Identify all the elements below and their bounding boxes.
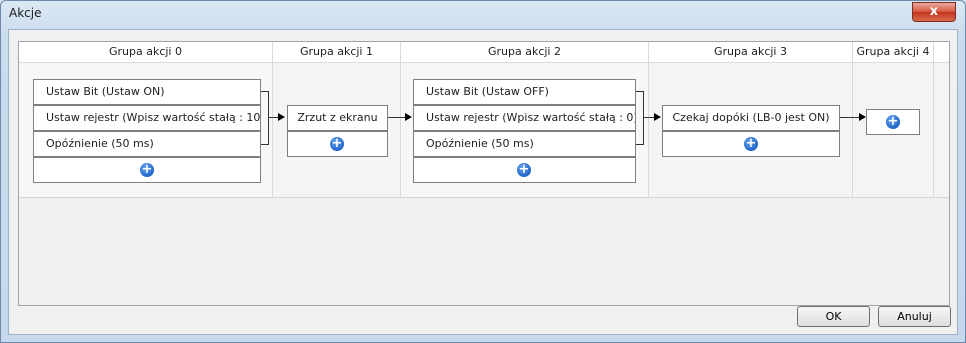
- plus-circle-icon: +: [517, 162, 531, 177]
- action-item[interactable]: Zrzut z ekranu: [287, 105, 388, 131]
- title-bar[interactable]: Akcje x: [1, 1, 965, 27]
- group-header-filler: [934, 42, 949, 63]
- group-header-0: Grupa akcji 0: [19, 42, 273, 63]
- group-header-1: Grupa akcji 1: [273, 42, 401, 63]
- action-item[interactable]: Ustaw Bit (Ustaw OFF): [413, 79, 636, 105]
- connector-line: [644, 117, 654, 118]
- action-item[interactable]: Czekaj dopóki (LB-0 jest ON): [662, 105, 840, 131]
- cancel-button[interactable]: Anuluj: [878, 306, 951, 327]
- close-button[interactable]: x: [912, 2, 956, 22]
- connector-line: [269, 117, 278, 118]
- connector-line: [840, 117, 859, 118]
- ok-button[interactable]: OK: [797, 306, 870, 327]
- add-action-button-4[interactable]: +: [866, 109, 920, 135]
- connector-line: [643, 91, 644, 145]
- connector-line: [261, 144, 269, 145]
- action-item[interactable]: Ustaw Bit (Ustaw ON): [33, 79, 261, 105]
- group-header-4: Grupa akcji 4: [853, 42, 934, 63]
- close-icon: x: [929, 4, 939, 19]
- plus-circle-icon: +: [330, 136, 344, 151]
- add-action-button-1[interactable]: +: [287, 131, 388, 157]
- plus-circle-icon: +: [140, 162, 154, 177]
- plus-circle-icon: +: [744, 136, 758, 151]
- group-header-3: Grupa akcji 3: [649, 42, 853, 63]
- action-item[interactable]: Opóźnienie (50 ms): [413, 131, 636, 157]
- add-action-button-0[interactable]: +: [33, 157, 261, 183]
- action-item[interactable]: Ustaw rejestr (Wpisz wartość stałą : 0): [413, 105, 636, 131]
- dialog-body: Grupa akcji 0 Grupa akcji 1 Grupa akcji …: [8, 29, 958, 335]
- dialog-window: Akcje x Grupa akcji 0 Grupa akcji 1 Grup…: [0, 0, 966, 343]
- connector-line: [388, 117, 405, 118]
- action-groups-grid: Grupa akcji 0 Grupa akcji 1 Grupa akcji …: [18, 41, 950, 306]
- arrow-right-icon: [405, 113, 412, 121]
- group-header-2: Grupa akcji 2: [401, 42, 649, 63]
- arrow-right-icon: [859, 113, 866, 121]
- connector-line: [268, 91, 269, 145]
- group-column-filler: [934, 63, 949, 197]
- arrow-right-icon: [278, 113, 285, 121]
- action-item[interactable]: Opóźnienie (50 ms): [33, 131, 261, 157]
- action-item[interactable]: Ustaw rejestr (Wpisz wartość stałą : 10): [33, 105, 261, 131]
- add-action-button-2[interactable]: +: [413, 157, 636, 183]
- row-divider: [19, 197, 949, 198]
- plus-circle-icon: +: [886, 114, 900, 129]
- arrow-right-icon: [654, 113, 661, 121]
- add-action-button-3[interactable]: +: [662, 131, 840, 157]
- window-title: Akcje: [9, 6, 42, 20]
- connector-line: [636, 144, 644, 145]
